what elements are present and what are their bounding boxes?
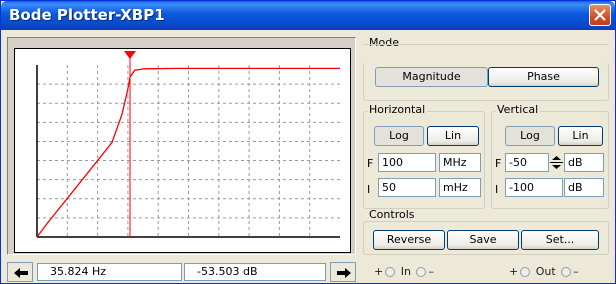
vertical-log-button[interactable]: Log [505,126,555,146]
magnitude-button[interactable]: Magnitude [375,67,488,87]
arrow-right-icon [337,268,351,278]
cursor-marker-icon [124,51,137,59]
horizontal-lin-button[interactable]: Lin [427,126,479,146]
close-icon [594,9,606,21]
vertical-final-input[interactable]: -50 [505,153,549,172]
close-button[interactable] [589,4,611,26]
mode-label: Mode [367,36,401,49]
frequency-readout: 35.824 Hz [37,263,182,281]
horizontal-initial-input[interactable]: 50 [378,178,436,197]
vertical-initial-label: I [495,183,499,196]
horizontal-initial-label: I [367,183,371,196]
vertical-initial-input[interactable]: -100 [505,178,563,197]
plot-grid [37,65,340,237]
controls-label: Controls [367,208,417,221]
cursor-right-button[interactable] [330,262,356,282]
horizontal-final-input[interactable]: 100 [378,153,436,172]
out-minus-label: – [573,265,579,278]
vertical-final-spinner[interactable] [550,153,563,172]
input-terminals: + In – [374,265,434,278]
set-button[interactable]: Set... [521,230,599,250]
horizontal-final-label: F [367,157,374,170]
bode-plot[interactable] [14,48,351,253]
bode-plotter-window: Bode Plotter-XBP1 35.824 Hz -53.503 dB M… [0,0,616,284]
vertical-lin-button[interactable]: Lin [558,126,603,146]
phase-button[interactable]: Phase [488,67,599,87]
horizontal-log-button[interactable]: Log [374,126,424,146]
output-terminals: + Out – [509,265,579,278]
out-plus-label: + [509,265,519,278]
arrow-left-icon [14,268,28,278]
horizontal-initial-unit[interactable]: mHz [439,178,481,197]
save-button[interactable]: Save [447,230,519,250]
vertical-final-label: F [495,157,502,170]
out-plus-terminal[interactable] [520,267,531,277]
in-plus-label: + [374,265,384,278]
out-label: Out [535,265,556,278]
title-bar[interactable]: Bode Plotter-XBP1 [1,1,615,30]
vertical-final-unit[interactable]: dB [564,153,604,172]
bode-plot-svg [36,51,340,238]
in-plus-terminal[interactable] [385,267,396,277]
magnitude-readout: -53.503 dB [184,263,326,281]
in-label: In [400,265,411,278]
vertical-label: Vertical [495,103,541,116]
status-bar: 35.824 Hz -53.503 dB [7,262,356,282]
horizontal-final-unit[interactable]: MHz [439,153,481,172]
window-title: Bode Plotter-XBP1 [9,6,165,24]
horizontal-label: Horizontal [367,103,428,116]
in-minus-terminal[interactable] [416,267,427,277]
reverse-button[interactable]: Reverse [373,230,445,250]
cursor-left-button[interactable] [7,262,33,282]
vertical-initial-unit[interactable]: dB [564,178,604,197]
in-minus-label: – [428,265,434,278]
out-minus-terminal[interactable] [561,267,572,277]
